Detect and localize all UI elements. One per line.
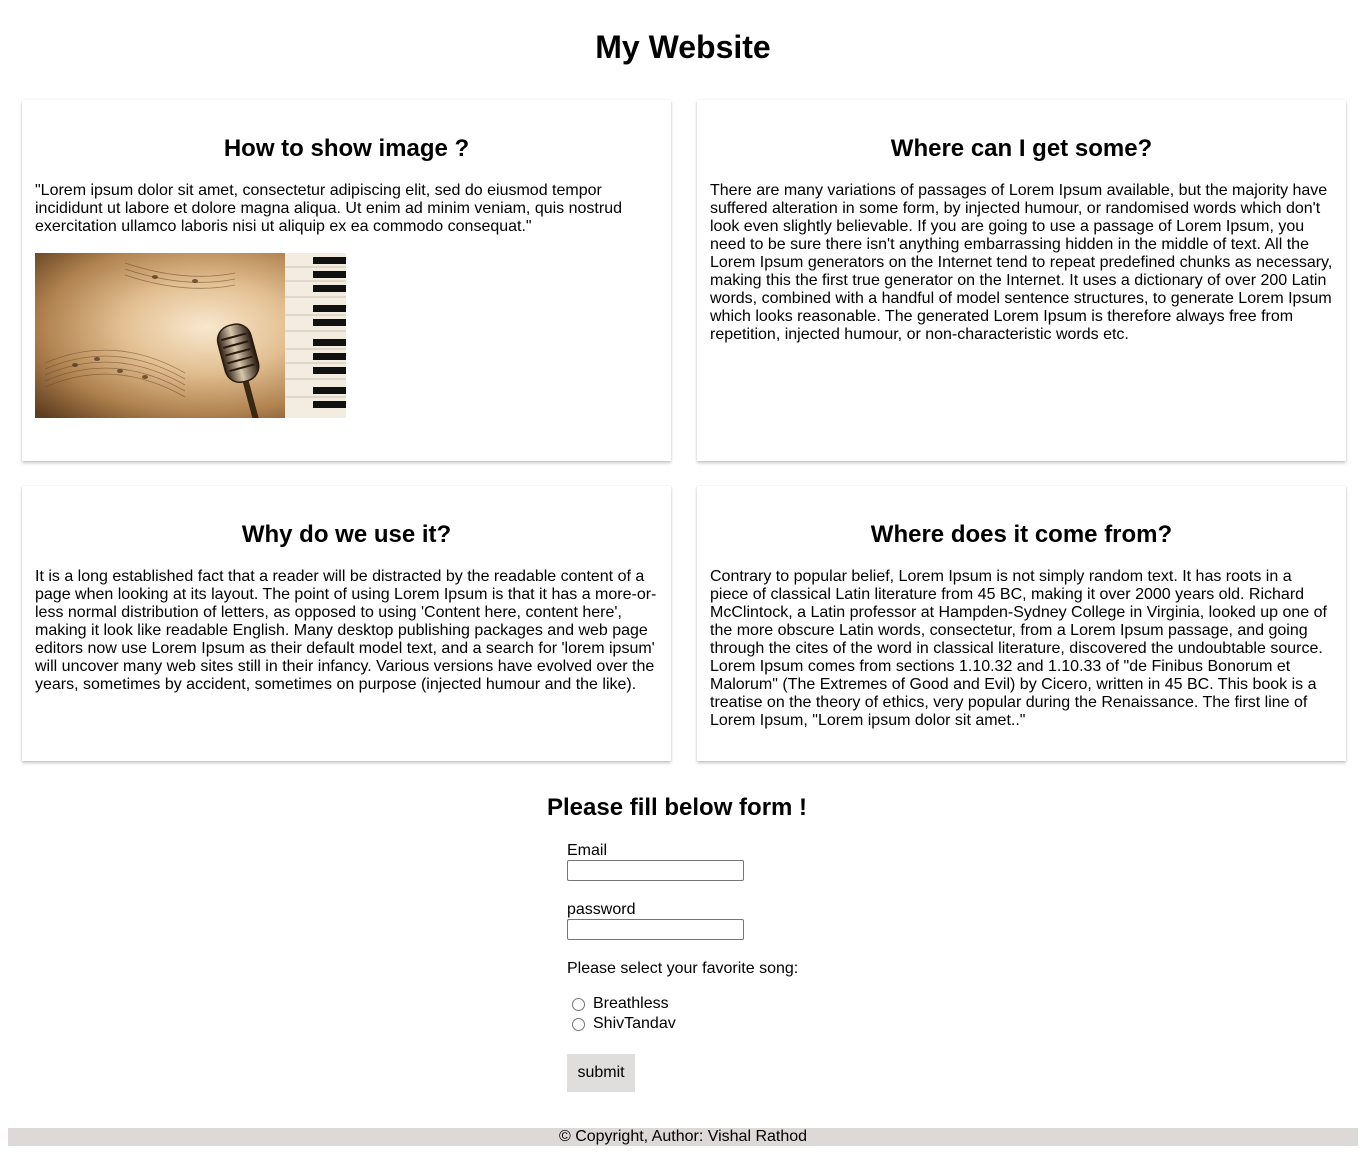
radio-button[interactable] (572, 1017, 585, 1031)
card-title: Why do we use it? (241, 521, 452, 548)
email-field[interactable] (567, 860, 744, 881)
card-title: Where can I get some? (890, 135, 1153, 162)
card-text: Contrary to popular belief, Lorem Ipsum … (710, 568, 1327, 729)
card-text: "Lorem ipsum dolor sit amet, consectetur… (35, 182, 622, 235)
radio-label: Breathless (593, 995, 669, 1012)
site-title: My Website (595, 29, 771, 65)
form-title: Please fill below form ! (546, 794, 808, 821)
song-prompt: Please select your favorite song: (567, 960, 799, 977)
card-how-to-show-image: How to show image ? "Lorem ipsum dolor s… (22, 100, 671, 461)
submit-button[interactable]: submit (567, 1054, 635, 1092)
password-label: password (567, 901, 636, 918)
card-where-can-i-get-some: Where can I get some? There are many var… (697, 100, 1346, 461)
footer: © Copyright, Author: Vishal Rathod (8, 1128, 1358, 1146)
card-text: It is a long established fact that a rea… (35, 568, 657, 693)
password-field[interactable] (567, 919, 744, 940)
radio-option-breathless[interactable]: Breathless (572, 995, 669, 1013)
microphone-piano-image (35, 253, 346, 418)
email-label: Email (567, 842, 608, 859)
card-title: How to show image ? (223, 135, 470, 162)
card-where-does-it-come-from: Where does it come from? Contrary to pop… (697, 486, 1346, 761)
page: My Website How to show image ? "Lorem ip… (0, 0, 1366, 1170)
radio-button[interactable] (572, 997, 585, 1011)
radio-label: ShivTandav (593, 1015, 676, 1032)
card-why-do-we-use-it: Why do we use it? It is a long establish… (22, 486, 671, 761)
card-title: Where does it come from? (870, 521, 1173, 548)
card-text: There are many variations of passages of… (710, 182, 1333, 343)
radio-option-shivtandav[interactable]: ShivTandav (572, 1015, 676, 1033)
